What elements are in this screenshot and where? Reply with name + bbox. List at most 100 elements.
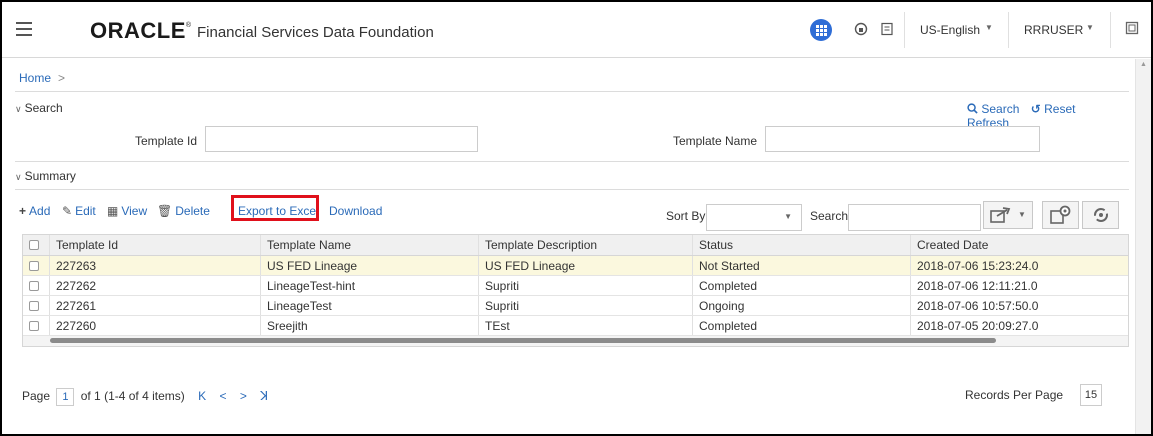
- row-select-cell: [23, 296, 49, 315]
- header-divider: [904, 12, 905, 48]
- reset-button[interactable]: ↺ Reset: [1031, 102, 1076, 116]
- search-section-toggle[interactable]: ∨ Search: [15, 101, 63, 115]
- table-row[interactable]: 227263 US FED Lineage US FED Lineage Not…: [23, 256, 1128, 276]
- reset-button-label: Reset: [1044, 102, 1076, 116]
- table-cell: Completed: [692, 316, 910, 335]
- templates-table: Template Id Template Name Template Descr…: [22, 234, 1129, 347]
- row-checkbox[interactable]: [29, 281, 39, 291]
- breadcrumb-separator: >: [58, 71, 66, 85]
- row-checkbox[interactable]: [29, 261, 39, 271]
- table-cell: TEst: [478, 316, 692, 335]
- add-button[interactable]: + Add: [19, 204, 50, 218]
- add-button-label: Add: [29, 204, 51, 218]
- table-cell: Completed: [692, 276, 910, 295]
- horizontal-scrollbar[interactable]: [23, 336, 1128, 346]
- search-icon: [967, 103, 978, 114]
- next-page-button[interactable]: >: [240, 389, 247, 403]
- summary-section-title: Summary: [24, 169, 76, 183]
- table-row[interactable]: 227262 LineageTest-hint Supriti Complete…: [23, 276, 1128, 296]
- column-header[interactable]: Template Description: [478, 235, 692, 255]
- reload-button[interactable]: [1082, 201, 1119, 229]
- pagination: Page 1 of 1 (1-4 of 4 items) K < > ꓘ: [22, 388, 268, 406]
- delete-button[interactable]: 🗑 Delete: [157, 204, 210, 218]
- help-icon[interactable]: [854, 22, 868, 36]
- view-button-label: View: [121, 204, 148, 218]
- window-icon[interactable]: [1125, 21, 1139, 35]
- sort-by-label: Sort By: [666, 209, 706, 223]
- page-number-input[interactable]: 1: [56, 388, 75, 406]
- export-icon: [990, 207, 1011, 223]
- scrollbar-thumb[interactable]: [50, 338, 996, 343]
- column-header[interactable]: Created Date: [910, 235, 1128, 255]
- edit-button[interactable]: ✎ Edit: [62, 204, 96, 218]
- template-id-input[interactable]: [205, 126, 478, 152]
- search-button[interactable]: Search: [967, 102, 1019, 116]
- select-all-checkbox[interactable]: [29, 240, 39, 250]
- main-content: Home > ∨ Search Search ↺ Reset Refresh Tem…: [2, 59, 1134, 434]
- table-cell: Not Started: [692, 256, 910, 275]
- table-cell: Supriti: [478, 296, 692, 315]
- language-select[interactable]: US-English: [920, 23, 980, 37]
- edit-button-label: Edit: [75, 204, 96, 218]
- column-header[interactable]: Template Name: [260, 235, 478, 255]
- column-header[interactable]: Template Id: [49, 235, 260, 255]
- app-window: ORACLE® Financial Services Data Foundati…: [2, 2, 1151, 434]
- chevron-down-icon: ▼: [1018, 210, 1026, 219]
- header-divider: [1008, 12, 1009, 48]
- template-name-label: Template Name: [672, 134, 757, 148]
- reset-icon: ↺: [1030, 102, 1041, 116]
- column-header[interactable]: Status: [692, 235, 910, 255]
- breadcrumb: Home >: [19, 71, 65, 85]
- table-header-row: Template Id Template Name Template Descr…: [23, 235, 1128, 256]
- template-id-label: Template Id: [134, 134, 197, 148]
- row-select-cell: [23, 256, 49, 275]
- product-title: Financial Services Data Foundation: [197, 24, 434, 41]
- table-cell: 227263: [49, 256, 260, 275]
- settings-button[interactable]: [1042, 201, 1079, 229]
- chevron-down-icon: ∨: [15, 172, 22, 182]
- chevron-down-icon: ▼: [985, 23, 993, 32]
- table-cell: 2018-07-06 15:23:24.0: [910, 256, 1128, 275]
- row-select-cell: [23, 316, 49, 335]
- apps-grid-icon[interactable]: [810, 19, 832, 41]
- table-row[interactable]: 227260 Sreejith TEst Completed 2018-07-0…: [23, 316, 1128, 336]
- table-cell: Sreejith: [260, 316, 478, 335]
- row-select-cell: [23, 276, 49, 295]
- prev-page-button[interactable]: <: [219, 389, 226, 403]
- template-name-input[interactable]: [765, 126, 1040, 152]
- scroll-up-icon[interactable]: ▲: [1140, 61, 1147, 68]
- divider: [15, 161, 1129, 162]
- oracle-logo: ORACLE®: [90, 18, 192, 43]
- first-page-button[interactable]: K: [198, 389, 206, 403]
- records-per-page-input[interactable]: 15: [1080, 384, 1102, 406]
- table-search-input[interactable]: [848, 204, 981, 231]
- table-cell: 2018-07-05 20:09:27.0: [910, 316, 1128, 335]
- export-menu-button[interactable]: ▼: [983, 201, 1033, 229]
- user-menu[interactable]: RRRUSER: [1024, 23, 1083, 37]
- header-divider: [1110, 12, 1111, 48]
- chevron-down-icon: ▼: [784, 212, 792, 221]
- view-button[interactable]: ▦ View: [107, 204, 147, 218]
- highlight-box: [231, 195, 319, 221]
- table-row[interactable]: 227261 LineageTest Supriti Ongoing 2018-…: [23, 296, 1128, 316]
- table-cell: 227260: [49, 316, 260, 335]
- download-button[interactable]: Download: [329, 204, 382, 218]
- table-cell: US FED Lineage: [260, 256, 478, 275]
- summary-section-toggle[interactable]: ∨ Summary: [15, 169, 76, 183]
- table-cell: 227262: [49, 276, 260, 295]
- reload-icon: [1094, 208, 1108, 222]
- delete-button-label: Delete: [175, 204, 210, 218]
- book-icon[interactable]: [880, 22, 894, 36]
- view-icon: ▦: [107, 204, 119, 218]
- page-label: Page: [22, 389, 51, 404]
- row-checkbox[interactable]: [29, 321, 39, 331]
- records-per-page-label: Records Per Page: [965, 388, 1064, 402]
- breadcrumb-home-link[interactable]: Home: [19, 71, 51, 85]
- divider: [15, 189, 1129, 190]
- vertical-scrollbar[interactable]: ▲: [1135, 59, 1151, 434]
- table-cell: Supriti: [478, 276, 692, 295]
- last-page-button[interactable]: ꓘ: [260, 389, 268, 403]
- hamburger-menu-icon[interactable]: [16, 22, 32, 36]
- sort-by-select[interactable]: ▼: [706, 204, 802, 231]
- row-checkbox[interactable]: [29, 301, 39, 311]
